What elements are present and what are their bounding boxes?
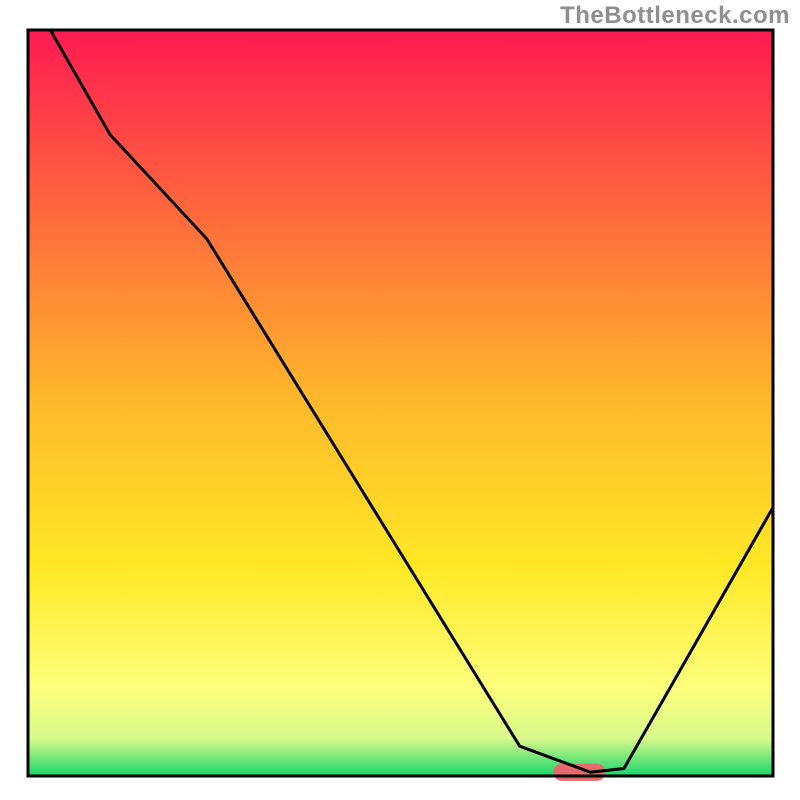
plot-background: [28, 30, 773, 776]
bottleneck-chart: [0, 0, 800, 800]
watermark-text: TheBottleneck.com: [560, 2, 790, 30]
